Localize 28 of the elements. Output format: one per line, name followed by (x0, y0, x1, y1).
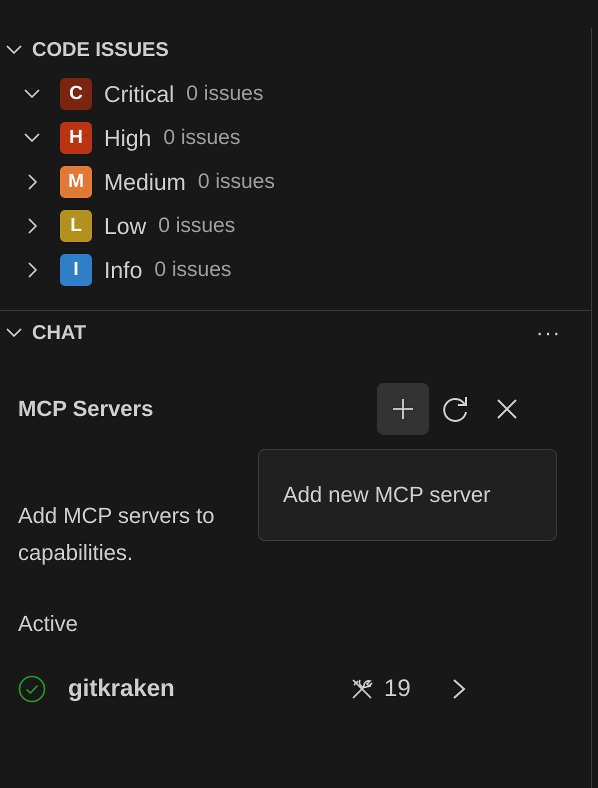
add-button[interactable] (377, 383, 429, 435)
tools-icon (350, 677, 374, 701)
panel-title: MCP Servers (18, 396, 154, 422)
section-title: CODE ISSUES (32, 38, 169, 62)
tree-item-label[interactable]: Low (104, 212, 146, 240)
section-title: CHAT (32, 322, 86, 344)
issue-count: 0 issues (186, 82, 264, 106)
issue-count: 0 issues (198, 170, 275, 194)
plus-icon (390, 396, 416, 422)
issue-count: 0 issues (163, 126, 240, 150)
more-actions-button[interactable]: ··· (536, 320, 561, 346)
severity-badge: I (60, 254, 92, 286)
description-text: Add MCP servers to (18, 502, 216, 530)
tree-item-label[interactable]: High (104, 124, 152, 152)
severity-badge: H (60, 122, 92, 154)
description-text: capabilities. (18, 539, 134, 567)
tooltip: Add new MCP server (258, 449, 557, 541)
tree-item-label[interactable]: Medium (104, 168, 186, 196)
severity-badge: L (60, 210, 92, 242)
severity-badge: C (60, 78, 92, 110)
tree-item-label[interactable]: Critical (104, 80, 174, 108)
issue-count: 0 issues (158, 214, 236, 238)
issue-count: 0 issues (154, 258, 232, 282)
section-heading: Active (18, 611, 79, 637)
tool-count: 19 (384, 675, 411, 703)
server-name: gitkraken (68, 675, 176, 703)
tree-item-label[interactable]: Info (104, 256, 142, 284)
severity-badge: M (60, 166, 92, 198)
